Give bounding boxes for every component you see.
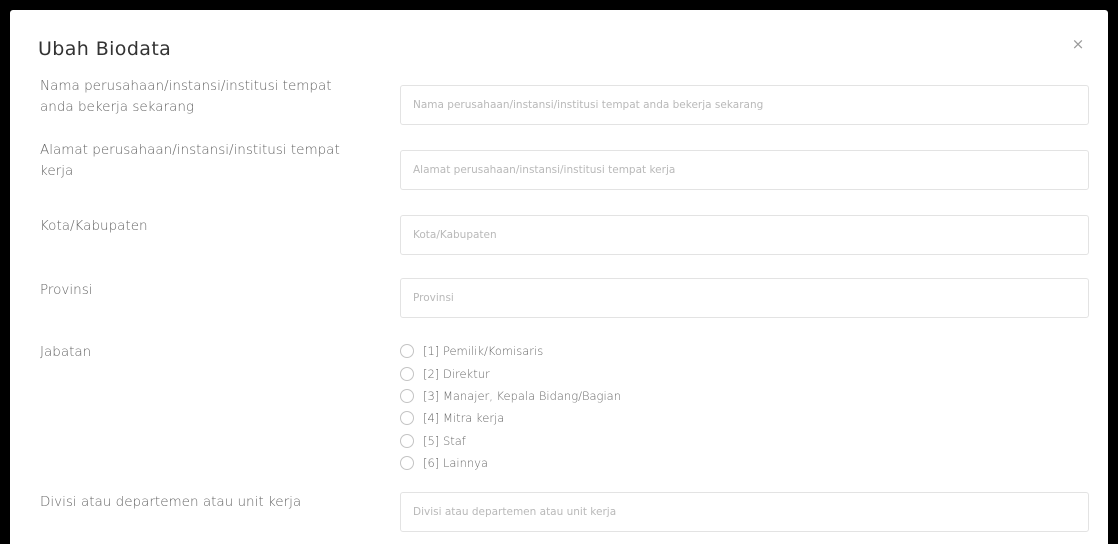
position-radio-group: [1] Pemilik/Komisaris [2] Direktur [3] M…	[400, 340, 621, 474]
company-name-input[interactable]	[400, 85, 1089, 125]
radio-button[interactable]	[400, 411, 414, 426]
position-option[interactable]: [1] Pemilik/Komisaris	[400, 340, 621, 362]
close-icon[interactable]: ×	[1070, 36, 1086, 52]
radio-button[interactable]	[400, 433, 414, 448]
position-option-label: [1] Pemilik/Komisaris	[423, 344, 544, 359]
company-name-label: Nama perusahaan/instansi/institusi tempa…	[40, 78, 332, 115]
province-input[interactable]	[400, 278, 1089, 318]
position-option-label: [5] Staf	[423, 433, 466, 448]
edit-biodata-modal: Ubah Biodata × Nama perusahaan/instansi/…	[10, 10, 1108, 544]
position-option[interactable]: [4] Mitra kerja	[400, 407, 621, 429]
radio-button[interactable]	[400, 366, 414, 381]
city-label: Kota/Kabupaten	[40, 218, 148, 234]
radio-button[interactable]	[400, 344, 414, 359]
city-input[interactable]	[400, 215, 1089, 255]
position-option-label: [3] Manajer, Kepala Bidang/Bagian	[423, 388, 621, 403]
position-option[interactable]: [5] Staf	[400, 430, 621, 452]
radio-button[interactable]	[400, 456, 414, 471]
province-label: Provinsi	[40, 282, 93, 298]
position-option[interactable]: [2] Direktur	[400, 362, 621, 384]
position-option[interactable]: [6] Lainnya	[400, 452, 621, 474]
position-option-label: [4] Mitra kerja	[423, 411, 505, 426]
position-option-label: [6] Lainnya	[423, 456, 489, 471]
modal-title: Ubah Biodata	[38, 38, 172, 60]
position-option[interactable]: [3] Manajer, Kepala Bidang/Bagian	[400, 385, 621, 407]
company-address-label: Alamat perusahaan/instansi/institusi tem…	[40, 142, 340, 179]
position-option-label: [2] Direktur	[423, 366, 490, 381]
division-input[interactable]	[400, 492, 1089, 532]
position-label: Jabatan	[40, 344, 92, 360]
radio-button[interactable]	[400, 388, 414, 403]
company-address-input[interactable]	[400, 150, 1089, 190]
division-label: Divisi atau departemen atau unit kerja	[40, 494, 302, 510]
